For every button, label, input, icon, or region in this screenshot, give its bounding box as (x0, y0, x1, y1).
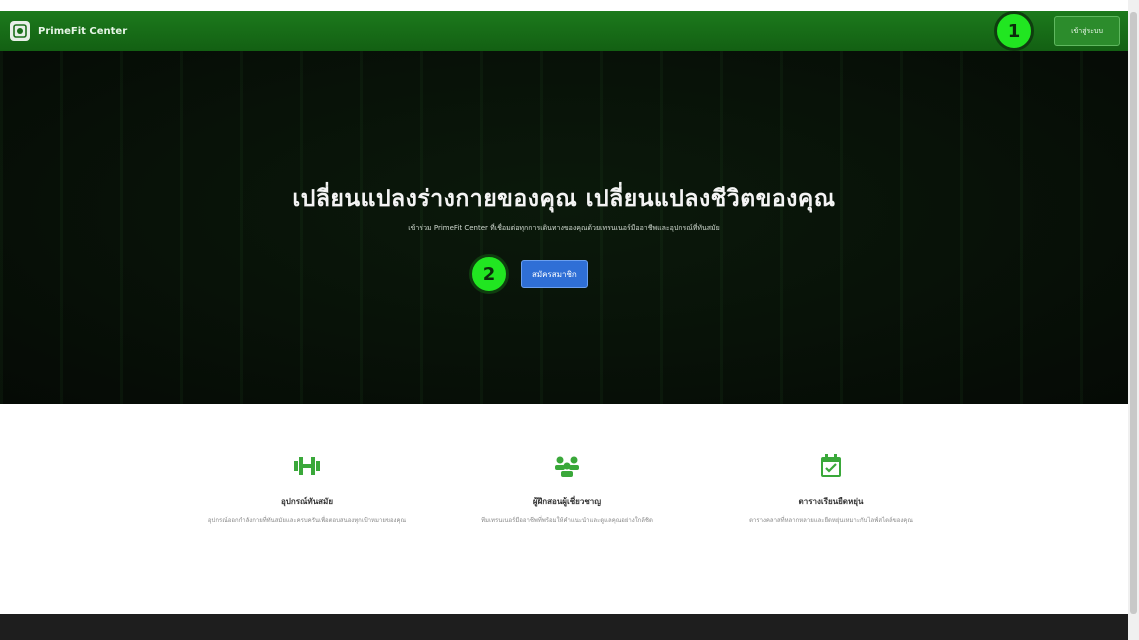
feature-schedule: ตารางเรียนยืดหยุ่น ตารางคลาสที่หลากหลายแ… (701, 449, 961, 526)
hero-section: เปลี่ยนแปลงร่างกายของคุณ เปลี่ยนแปลงชีวิ… (0, 51, 1128, 404)
step-marker-2: 2 (469, 254, 509, 294)
feature-desc: ตารางคลาสที่หลากหลายและยืดหยุ่นเหมาะกับไ… (749, 517, 913, 524)
brand-name: PrimeFit Center (38, 25, 128, 37)
footer (0, 614, 1128, 640)
brand-logo-icon (10, 21, 30, 41)
calendar-icon (814, 449, 848, 483)
feature-equipment: อุปกรณ์ทันสมัย อุปกรณ์ออกกำลังกายที่ทันส… (177, 449, 437, 526)
hero-title: เปลี่ยนแปลงร่างกายของคุณ เปลี่ยนแปลงชีวิ… (292, 186, 836, 212)
feature-desc: ทีมเทรนเนอร์มืออาชีพที่พร้อมให้คำแนะนำแล… (481, 517, 653, 524)
vertical-scrollbar[interactable] (1128, 0, 1139, 640)
hero-subtitle: เข้าร่วม PrimeFit Center ที่เชื่อมต่อทุก… (408, 224, 720, 232)
feature-title: ผู้ฝึกสอนผู้เชี่ยวชาญ (532, 497, 602, 506)
feature-title: ตารางเรียนยืดหยุ่น (798, 497, 864, 506)
feature-title: อุปกรณ์ทันสมัย (280, 497, 334, 506)
features-section: อุปกรณ์ทันสมัย อุปกรณ์ออกกำลังกายที่ทันส… (0, 404, 1128, 614)
top-navbar: PrimeFit Center 1 เข้าสู่ระบบ (0, 11, 1128, 51)
brand[interactable]: PrimeFit Center (10, 21, 127, 41)
feature-trainers: ผู้ฝึกสอนผู้เชี่ยวชาญ ทีมเทรนเนอร์มืออาช… (437, 449, 697, 526)
signup-button[interactable]: สมัครสมาชิก (521, 260, 588, 288)
trainer-group-icon (550, 449, 584, 483)
step-marker-1: 1 (994, 11, 1034, 51)
scrollbar-thumb[interactable] (1130, 12, 1137, 614)
dumbbell-icon (290, 449, 324, 483)
login-button[interactable]: เข้าสู่ระบบ (1054, 16, 1120, 46)
feature-desc: อุปกรณ์ออกกำลังกายที่ทันสมัยและครบครันเพ… (207, 517, 407, 524)
